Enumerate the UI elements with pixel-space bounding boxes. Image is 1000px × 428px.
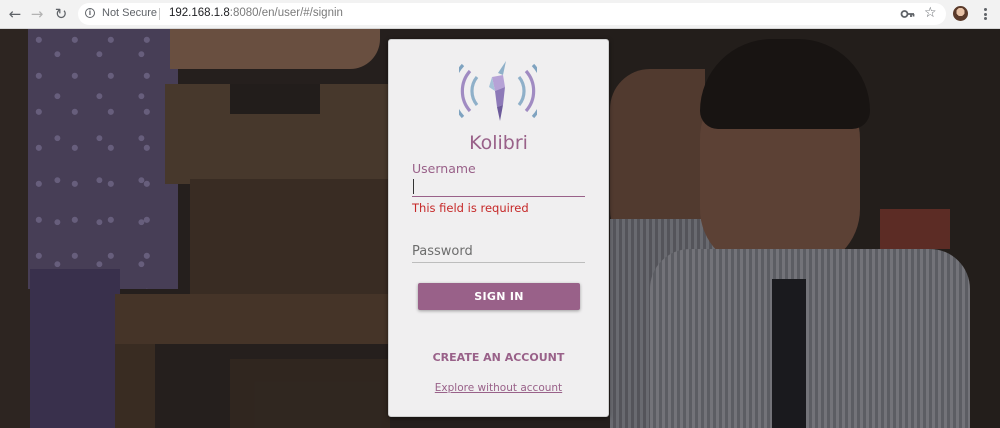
text-caret — [413, 179, 414, 194]
browser-toolbar: ← → ↻ i Not Secure 192.168.1.8:8080/en/u… — [0, 0, 1000, 29]
url-path: :8080/en/user/#/signin — [229, 7, 343, 19]
username-error-message: This field is required — [412, 201, 529, 215]
password-input[interactable] — [412, 241, 585, 263]
signin-card: Kolibri Username This field is required … — [388, 39, 609, 417]
username-label: Username — [412, 161, 476, 176]
key-icon[interactable] — [900, 6, 916, 22]
create-account-link[interactable]: CREATE AN ACCOUNT — [389, 351, 608, 364]
kolibri-logo — [459, 61, 537, 121]
security-label[interactable]: Not Secure — [102, 7, 157, 19]
info-icon[interactable]: i — [85, 8, 95, 18]
username-input[interactable] — [412, 177, 585, 197]
signin-button[interactable]: SIGN IN — [418, 283, 580, 310]
url-text[interactable]: 192.168.1.8:8080/en/user/#/signin — [169, 7, 343, 19]
url-host: 192.168.1.8 — [169, 7, 230, 19]
forward-arrow-icon[interactable]: → — [28, 5, 46, 23]
app-title: Kolibri — [469, 132, 528, 154]
back-arrow-icon[interactable]: ← — [6, 5, 24, 23]
star-icon[interactable]: ☆ — [924, 5, 937, 21]
more-menu-icon[interactable] — [980, 6, 990, 22]
explore-without-account-link[interactable]: Explore without account — [389, 382, 608, 394]
address-bar[interactable]: i Not Secure 192.168.1.8:8080/en/user/#/… — [78, 3, 946, 25]
address-separator — [159, 8, 160, 20]
profile-avatar[interactable] — [953, 6, 968, 21]
reload-icon[interactable]: ↻ — [52, 5, 70, 23]
